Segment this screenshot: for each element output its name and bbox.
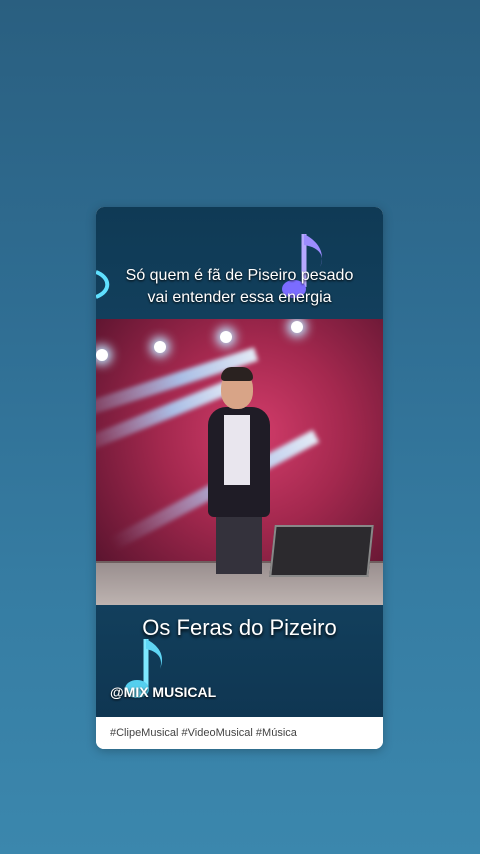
singer-legs xyxy=(216,514,262,574)
stage-light xyxy=(96,349,108,361)
stage-light xyxy=(291,321,303,333)
post-caption: Só quem é fã de Piseiro pesado vai enten… xyxy=(96,265,383,309)
top-caption-band: Só quem é fã de Piseiro pesado vai enten… xyxy=(96,207,383,319)
caption-line-2: vai entender essa energia xyxy=(147,289,332,306)
stage-light xyxy=(220,331,232,343)
singer-hair xyxy=(221,367,253,381)
bottom-title-band: Os Feras do Pizeiro @MIX MUSICAL xyxy=(96,605,383,717)
watermark-handle: @MIX MUSICAL xyxy=(110,684,217,700)
screen: { "post": { "caption_line1": "Só quem é … xyxy=(0,0,480,854)
video-frame[interactable] xyxy=(96,319,383,605)
stage-monitor xyxy=(269,525,374,577)
hashtags-bar[interactable]: #ClipeMusical #VideoMusical #Música xyxy=(96,717,383,749)
post-card[interactable]: Só quem é fã de Piseiro pesado vai enten… xyxy=(96,207,383,749)
stage-light xyxy=(154,341,166,353)
singer-shirt xyxy=(224,415,250,485)
caption-line-1: Só quem é fã de Piseiro pesado xyxy=(125,267,354,284)
